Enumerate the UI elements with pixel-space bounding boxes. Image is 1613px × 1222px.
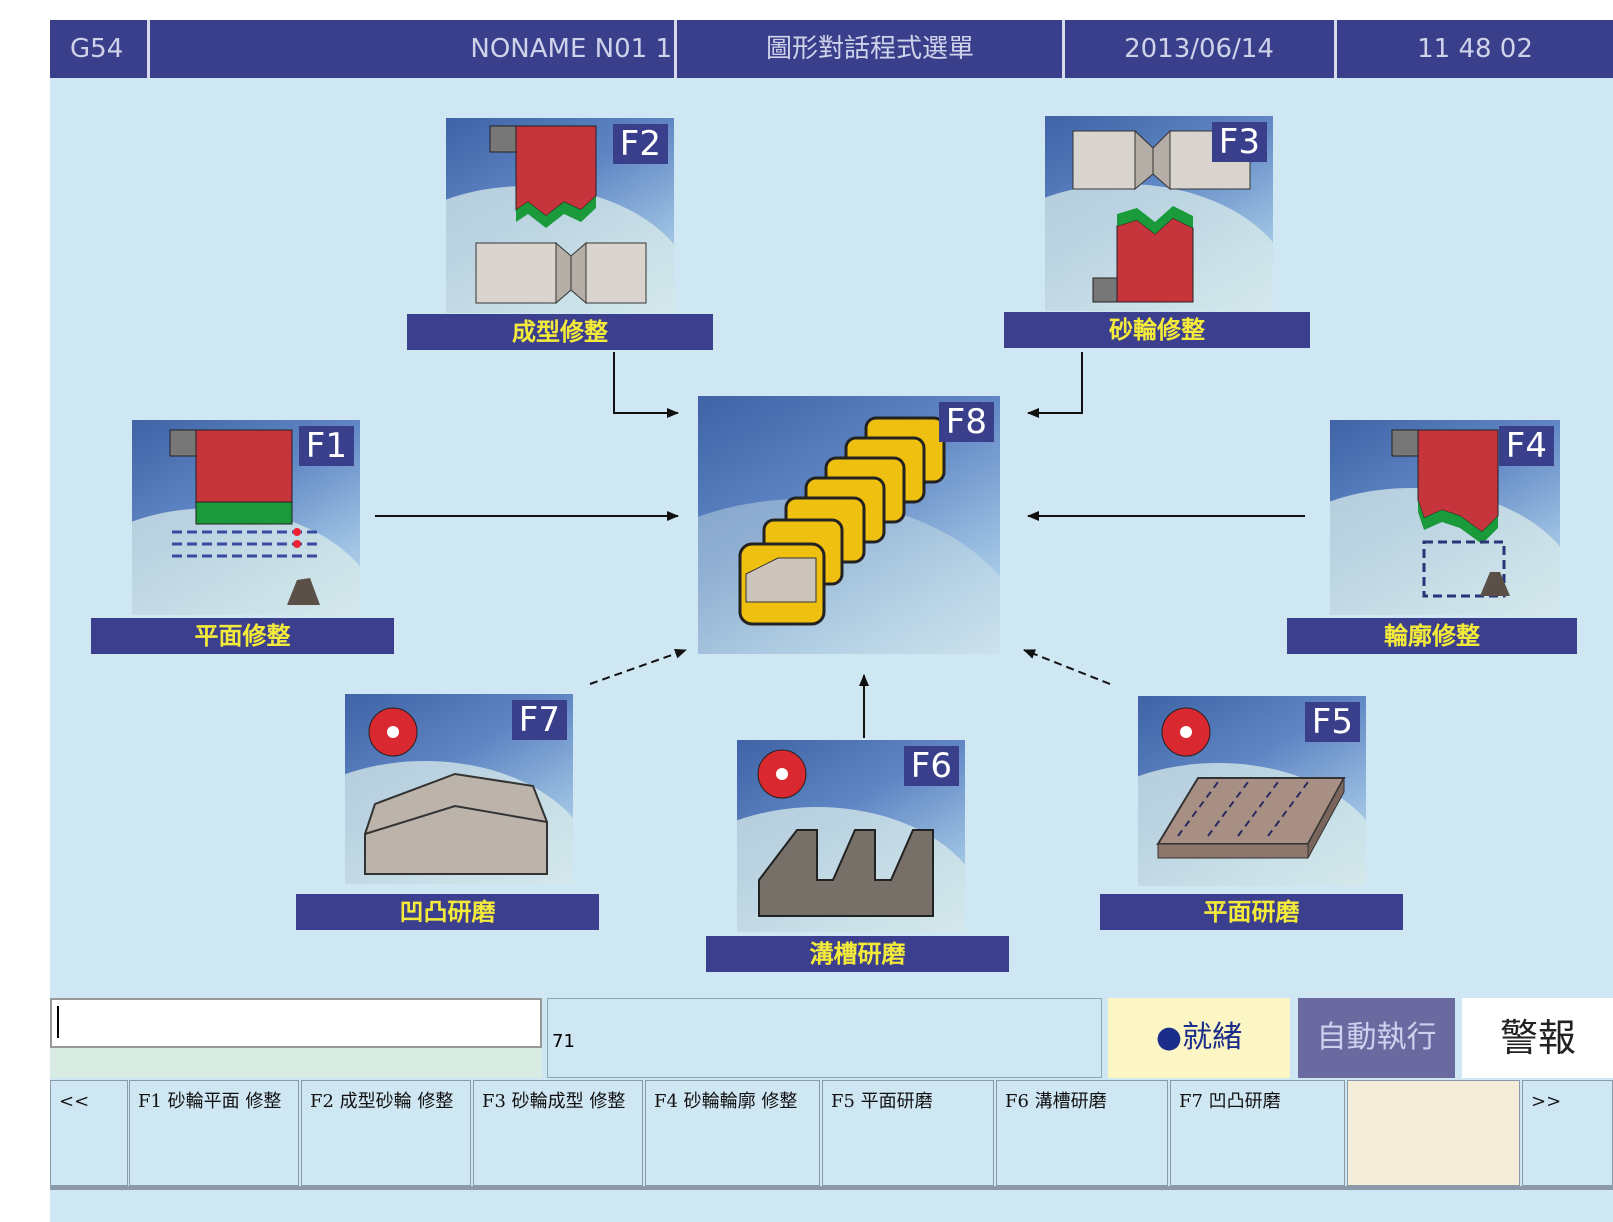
profile-dressing-image: F4 [1330,420,1560,615]
softkey-prev[interactable]: << [50,1080,128,1186]
grinding-center-image: F8 [698,396,1000,654]
surface-grinding-label: 平面研磨 [1100,894,1403,930]
convex-grinding-image: F7 [345,694,573,884]
f4-key-badge: F4 [1498,426,1554,466]
surface-grinding-image: F5 [1138,696,1366,886]
text-cursor [57,1006,59,1038]
convex-grinding-label: 凹凸研磨 [296,894,599,930]
arrow-f3-to-f8 [1027,352,1083,418]
surface-dressing-label: 平面修整 [91,618,394,654]
f8-key-badge: F8 [938,402,994,442]
arrow-f2-to-f8 [613,352,679,418]
form-dressing-image: F2 [446,118,674,313]
softkey-f3-wheel-form-dressing[interactable]: F3 砂輪成型 修整 [473,1080,643,1186]
softkey-f2-form-wheel-dressing[interactable]: F2 成型砂輪 修整 [301,1080,471,1186]
cnc-screen: G54 NONAME N01 1 圖形對話程式選單 2013/06/14 11 … [50,20,1613,1222]
message-text: 71 [552,1031,575,1052]
softkey-f1-wheel-surface-dressing[interactable]: F1 砂輪平面 修整 [129,1080,299,1186]
softkey-f5-surface-grinding[interactable]: F5 平面研磨 [822,1080,994,1186]
softkey-next[interactable]: >> [1522,1080,1613,1186]
softkey-f7-convex-grinding[interactable]: F7 凹凸研磨 [1170,1080,1345,1186]
arrow-f7-to-f8 [589,648,687,685]
wheel-dressing-image: F3 [1045,116,1273,311]
softkey-f6-slot-grinding[interactable]: F6 溝槽研磨 [996,1080,1168,1186]
profile-dressing-label: 輪廓修整 [1287,618,1577,654]
surface-dressing-image: F1 [132,420,360,615]
message-area: 71 [547,998,1102,1078]
softkey-blank[interactable] [1347,1080,1520,1186]
auto-run-mode-indicator: 自動執行 [1298,998,1455,1078]
form-dressing-label: 成型修整 [407,314,713,350]
wheel-dressing-label: 砂輪修整 [1004,312,1310,348]
bottom-border [50,1186,1613,1190]
f5-key-badge: F5 [1304,702,1360,742]
command-input[interactable] [50,998,542,1048]
f3-key-badge: F3 [1211,122,1267,162]
slot-grinding-image: F6 [737,740,965,932]
arrow-f5-to-f8 [1023,649,1111,685]
ready-status-indicator: ●就緒 [1108,998,1290,1078]
f7-key-badge: F7 [511,700,567,740]
slot-grinding-label: 溝槽研磨 [706,936,1009,972]
f2-key-badge: F2 [612,124,668,164]
f6-key-badge: F6 [903,746,959,786]
alarm-indicator: 警報 [1462,998,1613,1078]
f1-key-badge: F1 [298,426,354,466]
command-input-footer [50,1048,542,1078]
softkey-f4-wheel-profile-dressing[interactable]: F4 砂輪輪廓 修整 [645,1080,820,1186]
